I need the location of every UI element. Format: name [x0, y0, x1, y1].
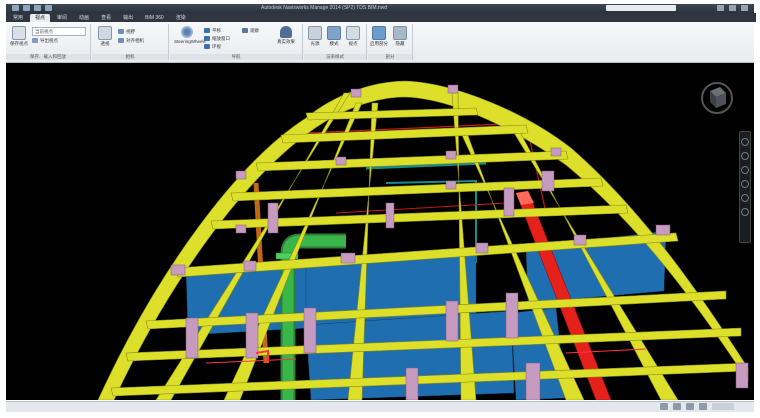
- pager-icon[interactable]: [712, 403, 734, 410]
- zoom-icon: [204, 36, 210, 41]
- group-label: 相机: [92, 54, 168, 60]
- mode-button[interactable]: 模式: [325, 26, 343, 52]
- navigation-bar[interactable]: [739, 131, 751, 243]
- save-viewpoint-button[interactable]: 保存视点: [8, 26, 30, 52]
- steering-wheel-icon: [181, 26, 193, 38]
- look-icon: [204, 44, 210, 49]
- group-label: 导航: [170, 54, 302, 60]
- mode-icon: [327, 26, 341, 40]
- ribbon-panel: 保存视点 当前视点 导出视点 保存、载入和回放 透视 视野 对齐相机 相机 St…: [6, 22, 754, 63]
- enable-sectioning-button[interactable]: 启用剖分: [369, 26, 389, 52]
- tab-render[interactable]: 渲染: [171, 14, 191, 22]
- tab-bim360[interactable]: BIM 360: [140, 14, 169, 22]
- status-icon[interactable]: [699, 403, 707, 410]
- light-icon: [308, 26, 322, 40]
- look-nav-icon[interactable]: [741, 194, 749, 202]
- 3d-viewport[interactable]: .beam { fill:#dde02a; stroke:#8a8b12; st…: [6, 63, 754, 400]
- steering-wheel-nav-icon[interactable]: [741, 138, 749, 146]
- save-icon[interactable]: [34, 5, 41, 11]
- ribbon-tabs: 常用 视点 审阅 动画 查看 输出 BIM 360 渲染: [6, 13, 756, 22]
- render-viewpoint-button[interactable]: 视点: [344, 26, 362, 52]
- hide-button[interactable]: 隐藏: [390, 26, 410, 52]
- tab-viewpoint[interactable]: 视点: [30, 13, 51, 22]
- align-camera-button[interactable]: 对齐相机: [118, 37, 144, 44]
- orbit-nav-icon[interactable]: [741, 180, 749, 188]
- lighting-button[interactable]: 光源: [306, 26, 324, 52]
- perspective-button[interactable]: 透视: [94, 26, 116, 52]
- perspective-icon: [98, 26, 112, 40]
- steering-wheels-button[interactable]: SteeringWheels: [174, 26, 206, 52]
- tab-output[interactable]: 输出: [118, 14, 138, 22]
- pan-button[interactable]: 平移: [204, 27, 221, 34]
- zoom-nav-icon[interactable]: [741, 166, 749, 174]
- tab-review[interactable]: 审阅: [52, 14, 72, 22]
- title-bar: Autodesk Navisworks Manage 2014 (SP2) TD…: [6, 4, 754, 13]
- orbit-button[interactable]: 观察: [242, 27, 259, 34]
- realism-icon: [280, 26, 292, 38]
- export-icon: [32, 38, 38, 43]
- status-bar: [6, 401, 754, 412]
- group-render-style: 光源 模式 视点 渲染样式: [304, 24, 367, 60]
- maximize-icon[interactable]: [729, 5, 736, 11]
- zoom-window-button[interactable]: 缩放窗口: [204, 35, 230, 42]
- group-camera: 透视 视野 对齐相机 相机: [92, 24, 169, 60]
- group-sectioning: 启用剖分 隐藏 剖分: [368, 24, 413, 60]
- viewpoint-icon: [12, 26, 26, 40]
- viewcube-icon[interactable]: [700, 81, 734, 117]
- undo-icon[interactable]: [45, 5, 52, 11]
- orbit-icon: [242, 28, 248, 33]
- fov-icon: [118, 29, 124, 34]
- tab-home[interactable]: 常用: [8, 14, 28, 22]
- status-icon[interactable]: [686, 403, 694, 410]
- close-icon[interactable]: [741, 5, 748, 11]
- window-title: Autodesk Navisworks Manage 2014 (SP2) TD…: [261, 5, 388, 11]
- section-icon: [372, 26, 386, 40]
- tab-view[interactable]: 查看: [96, 14, 116, 22]
- pan-nav-icon[interactable]: [741, 152, 749, 160]
- render-icon: [346, 26, 360, 40]
- open-icon[interactable]: [23, 5, 30, 11]
- look-around-button[interactable]: 环视: [204, 43, 221, 50]
- walk-nav-icon[interactable]: [741, 208, 749, 216]
- tab-animation[interactable]: 动画: [74, 14, 94, 22]
- group-label: 保存、载入和回放: [6, 54, 90, 60]
- hide-icon: [393, 26, 407, 40]
- group-navigate: SteeringWheels 平移 缩放窗口 环视 观察 真实效果 导航: [170, 24, 303, 60]
- search-input[interactable]: [606, 5, 676, 11]
- quick-access-toolbar[interactable]: [12, 5, 52, 11]
- app-menu-icon[interactable]: [12, 5, 19, 11]
- export-viewpoint-button[interactable]: 导出视点: [32, 37, 58, 44]
- group-label: 渲染样式: [304, 54, 366, 60]
- status-icon[interactable]: [673, 403, 681, 410]
- model-render: .beam { fill:#dde02a; stroke:#8a8b12; st…: [97, 80, 749, 400]
- align-icon: [118, 38, 124, 43]
- field-of-view-button[interactable]: 视野: [118, 28, 135, 35]
- status-icon[interactable]: [660, 403, 668, 410]
- viewpoint-combo[interactable]: 当前视点: [32, 27, 86, 36]
- group-save-load: 保存视点 当前视点 导出视点 保存、载入和回放: [6, 24, 91, 60]
- group-label: 剖分: [368, 54, 412, 60]
- minimize-icon[interactable]: [717, 5, 724, 11]
- realism-button[interactable]: 真实效果: [274, 26, 298, 52]
- pan-icon: [204, 28, 210, 33]
